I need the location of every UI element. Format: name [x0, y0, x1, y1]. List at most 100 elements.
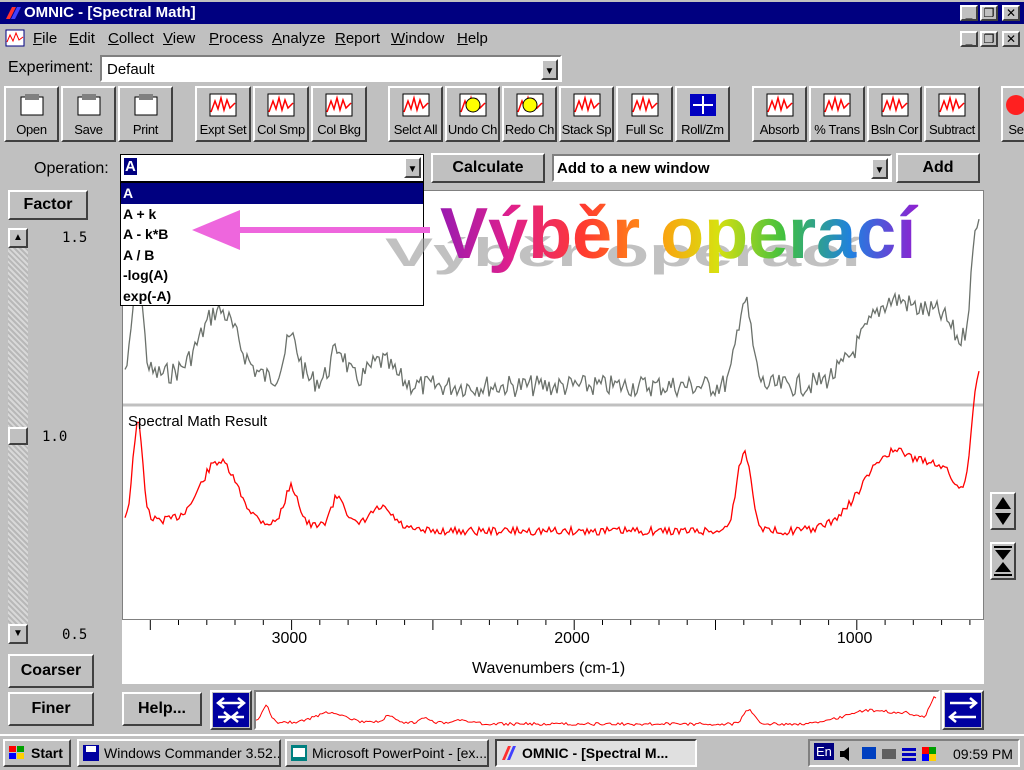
menu-label: nalyze [282, 30, 326, 47]
child-close-button[interactable]: ✕ [1002, 31, 1020, 47]
factor-mid-label: 1.0 [42, 429, 68, 445]
menu-file[interactable]: File [33, 30, 57, 47]
menu-process[interactable]: Process [209, 30, 263, 47]
slider-down-icon[interactable]: ▼ [8, 624, 28, 644]
overview-spectrum-line [255, 696, 937, 727]
toolbar-button-label: Print [132, 122, 159, 137]
toolbar-button-col-smp[interactable]: Col Smp [253, 86, 309, 142]
system-tray: En 09:59 PM [808, 739, 1020, 767]
menu-analyze[interactable]: Analyze [272, 30, 325, 47]
toolbar-button-label: Subtract [928, 122, 975, 137]
finer-button[interactable]: Finer [8, 692, 94, 726]
toolbar-button-undo-ch[interactable]: Undo Ch [445, 86, 500, 142]
menu-bar: File Edit Collect View Process Analyze Report W… [0, 27, 1024, 51]
toolbar-button-open[interactable]: Open [4, 86, 59, 142]
operation-value: A [124, 158, 137, 175]
toolbar-button-se[interactable]: Se [1001, 86, 1024, 142]
toolbar-button-save[interactable]: Save [61, 86, 116, 142]
toolbar-button-redo-ch[interactable]: Redo Ch [502, 86, 557, 142]
experiment-select[interactable]: Default ▼ [100, 55, 562, 82]
factor-min-label: 0.5 [62, 627, 88, 643]
taskbar-task[interactable]: Microsoft PowerPoint - [ex... [285, 739, 489, 767]
child-restore-button[interactable]: ❐ [980, 31, 998, 47]
minimize-button[interactable]: _ [960, 5, 978, 21]
factor-button[interactable]: Factor [8, 190, 88, 220]
factor-max-label: 1.5 [62, 230, 88, 246]
taskbar-task[interactable]: Windows Commander 3.52... [77, 739, 281, 767]
monitor-icon[interactable] [862, 747, 876, 759]
toolbar-button-label: % Trans [814, 122, 860, 137]
toolbar-button-print[interactable]: Print [118, 86, 173, 142]
annotation-text: Výběr operací Výběr operací [385, 194, 918, 275]
restore-button[interactable]: ❐ [980, 5, 998, 21]
menu-label: iew [172, 30, 196, 47]
menu-window[interactable]: Window [391, 30, 444, 47]
save-icon [77, 94, 100, 116]
menu-edit[interactable]: Edit [69, 30, 95, 47]
operation-select[interactable]: A ▼ [120, 154, 424, 182]
taskbar-task-label: Microsoft PowerPoint - [ex... [312, 745, 488, 761]
menu-report[interactable]: Report [335, 30, 380, 47]
toolbar-button-label: Expt Set [199, 122, 247, 137]
toolbar-button-subtract[interactable]: Subtract [924, 86, 980, 142]
chevron-down-icon[interactable]: ▼ [541, 59, 558, 80]
menu-mnemonic: W [391, 30, 406, 47]
destination-value: Add to a new window [557, 160, 710, 177]
chevron-down-icon[interactable]: ▼ [404, 157, 421, 178]
menu-collect[interactable]: Collect [108, 30, 154, 47]
calculate-button[interactable]: Calculate [431, 153, 545, 183]
slider-up-icon[interactable]: ▲ [8, 228, 28, 248]
taskbar-task-label: Windows Commander 3.52... [104, 745, 281, 761]
menu-label: elp [467, 30, 488, 47]
toolbar-button--trans[interactable]: % Trans [809, 86, 865, 142]
menu-label: ile [42, 30, 58, 47]
close-button[interactable]: ✕ [1002, 5, 1020, 21]
toolbar-button-col-bkg[interactable]: Col Bkg [311, 86, 367, 142]
toolbar-button-expt-set[interactable]: Expt Set [195, 86, 251, 142]
toolbar-button-bsln-cor[interactable]: Bsln Cor [867, 86, 922, 142]
speaker-icon[interactable] [840, 747, 849, 761]
toolbar-button-roll-zm[interactable]: Roll/Zm [675, 86, 730, 142]
coarser-button[interactable]: Coarser [8, 654, 94, 688]
menu-view[interactable]: View [163, 30, 195, 47]
overview-strip[interactable] [254, 690, 940, 730]
child-minimize-button[interactable]: _ [960, 31, 978, 47]
menu-mnemonic: V [163, 30, 173, 47]
add-button[interactable]: Add [896, 153, 980, 183]
start-button[interactable]: Start [3, 739, 71, 767]
document-spectrum-icon [5, 29, 25, 47]
toolbar-button-full-sc[interactable]: Full Sc [616, 86, 673, 142]
start-label: Start [31, 745, 63, 761]
slider-thumb[interactable] [8, 427, 28, 445]
toolbar-button-label: Redo Ch [504, 122, 555, 137]
omnic-logo-icon [6, 7, 21, 19]
taskbar: Start Windows Commander 3.52... Microsoft… [0, 734, 1024, 770]
experiment-setup-icon [209, 93, 237, 117]
absorbance-icon [766, 93, 793, 117]
language-indicator[interactable]: En [814, 743, 834, 760]
chevron-down-icon[interactable]: ▼ [871, 158, 888, 179]
toolbar-button-absorb[interactable]: Absorb [752, 86, 807, 142]
stack-spectra-icon [573, 93, 600, 117]
x-tick-label: 2000 [554, 630, 590, 647]
expand-vertical-icon[interactable] [990, 492, 1016, 530]
window-title: OMNIC - [Spectral Math] [24, 4, 196, 21]
compress-vertical-icon[interactable] [990, 542, 1016, 580]
menu-help[interactable]: Help [457, 30, 488, 47]
toolbar-button-label: Se [1008, 122, 1024, 137]
toolbar-button-label: Stack Sp [561, 122, 612, 137]
destination-select[interactable]: Add to a new window ▼ [552, 154, 892, 182]
toolbar-button-label: Roll/Zm [681, 122, 724, 137]
experiment-value: Default [107, 61, 155, 78]
toolbar-button-label: Bsln Cor [870, 122, 919, 137]
baseline-correct-icon [881, 93, 908, 117]
printer-icon[interactable] [882, 749, 896, 759]
taskbar-task[interactable]: OMNIC - [Spectral M... [495, 739, 697, 767]
expand-horizontal-icon[interactable] [210, 690, 252, 730]
undo-icon [459, 93, 486, 117]
help-button[interactable]: Help... [122, 692, 202, 726]
toolbar-button-stack-sp[interactable]: Stack Sp [559, 86, 614, 142]
menu-label: ollect [118, 30, 154, 47]
toolbar-button-selct-all[interactable]: Selct All [388, 86, 443, 142]
shift-horizontal-icon[interactable] [942, 690, 984, 730]
